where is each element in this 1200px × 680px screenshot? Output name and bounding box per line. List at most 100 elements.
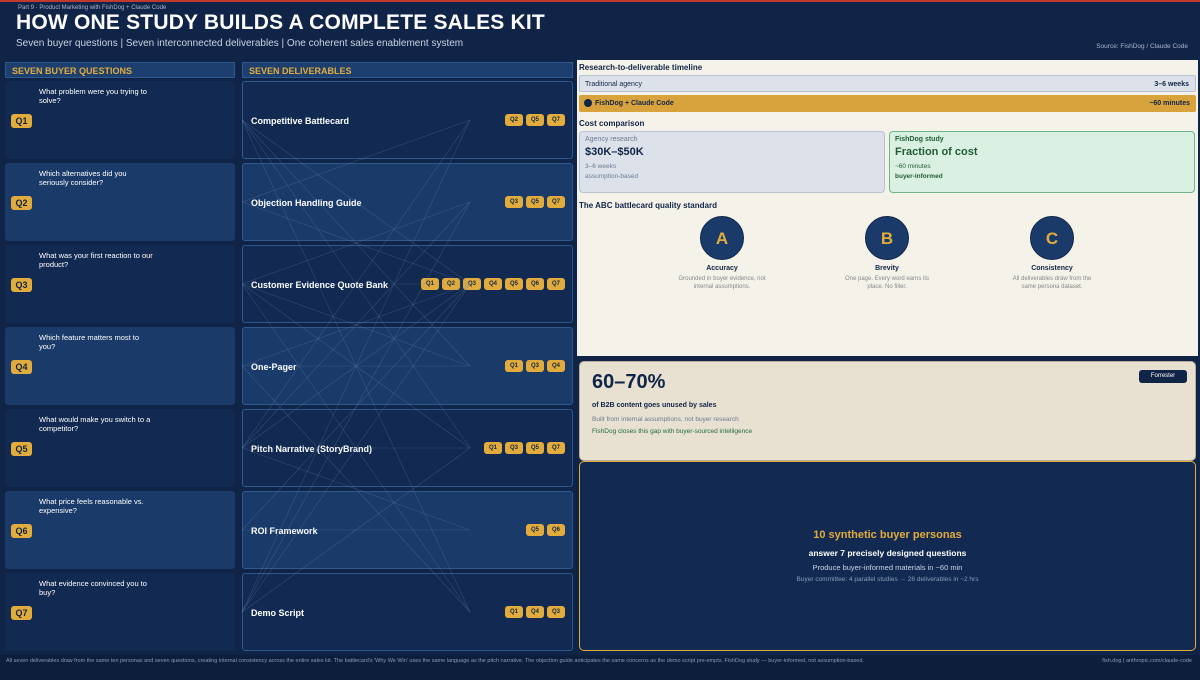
timeline-heading: Research-to-deliverable timeline (579, 63, 703, 72)
timeline-bar-traditional: Traditional agency 3–6 weeks (579, 75, 1196, 92)
question-chip-q3: Q3 (526, 360, 544, 372)
abc-title: Brevity (875, 265, 899, 272)
abc-title: Consistency (1031, 265, 1073, 272)
stat-highlight: FishDog closes this gap with buyer-sourc… (592, 428, 753, 435)
question-chip-q5: Q5 (526, 114, 544, 126)
summary-result: Produce buyer-informed materials in ~60 … (812, 563, 963, 572)
cost-basis: assumption-based (585, 173, 639, 180)
question-badge: Q2 (11, 196, 32, 210)
question-chip-q3: Q3 (505, 442, 523, 454)
source-badge: Forrester (1139, 370, 1187, 383)
deliverables-heading: SEVEN DELIVERABLES (242, 62, 573, 78)
cost-value: $30K–$50K (585, 146, 644, 158)
deliverable-name: Pitch Narrative (StoryBrand) (251, 444, 373, 454)
question-text: Which feature matters most to you? (39, 333, 140, 351)
deliverable-card-roi-framework: ROI Framework Q5 Q6 (242, 491, 573, 569)
footer-links: fish.dog | anthropic.com/claude-code (1102, 658, 1192, 664)
question-text: What would make you switch to a competit… (39, 415, 151, 433)
question-badge: Q3 (11, 278, 32, 292)
deliverable-card-objection-guide: Objection Handling Guide Q3 Q5 Q7 (242, 163, 573, 241)
abc-item-consistency: C Consistency All deliverables draw from… (1007, 216, 1097, 291)
cost-value: Fraction of cost (895, 146, 978, 158)
question-text: Which alternatives did you seriously con… (39, 169, 127, 187)
timeline-value: ~60 minutes (1149, 100, 1190, 107)
deliverable-name: One-Pager (251, 362, 297, 372)
cost-heading: Cost comparison (579, 119, 645, 128)
timeline-label: FishDog + Claude Code (595, 100, 674, 107)
stat-caption: of B2B content goes unused by sales (592, 402, 717, 409)
deliverable-name: Customer Evidence Quote Bank (251, 280, 389, 290)
summary-card: 10 synthetic buyer personas answer 7 pre… (579, 461, 1196, 651)
question-chip-q7: Q7 (547, 278, 565, 290)
timeline-bar-study: FishDog + Claude Code ~60 minutes (579, 95, 1196, 112)
question-chip-q1: Q1 (421, 278, 439, 290)
stat-note: Built from internal assumptions, not buy… (592, 416, 739, 423)
page-title: HOW ONE STUDY BUILDS A COMPLETE SALES KI… (16, 11, 545, 34)
question-chip-q5: Q5 (505, 278, 523, 290)
question-chip-q6: Q6 (526, 278, 544, 290)
question-chip-q3: Q3 (505, 196, 523, 208)
question-chip-q3: Q3 (463, 278, 481, 290)
deliverable-card-demo-script: Demo Script Q1 Q4 Q3 (242, 573, 573, 651)
cost-time: ~60 minutes (895, 163, 931, 170)
cost-label: Agency research (585, 136, 638, 143)
source-note: Source: FishDog / Claude Code (1096, 43, 1188, 50)
deliverable-card-battlecard: Competitive Battlecard Q2 Q5 Q7 (242, 81, 573, 159)
abc-desc: All deliverables draw from the same pers… (1012, 276, 1092, 290)
top-accent-line (0, 0, 1200, 2)
question-chips: Q5 Q6 (526, 524, 565, 536)
summary-subheadline: answer 7 precisely designed questions (808, 548, 967, 558)
abc-item-accuracy: A Accuracy Grounded in buyer evidence, n… (677, 216, 767, 291)
question-chip-q1: Q1 (505, 606, 523, 618)
question-chip-q2: Q2 (442, 278, 460, 290)
question-chips: Q2 Q5 Q7 (505, 114, 565, 126)
letter-a-badge: A (700, 216, 744, 260)
question-chip-q7: Q7 (547, 196, 565, 208)
timeline-label: Traditional agency (585, 81, 642, 88)
deliverable-name: ROI Framework (251, 526, 318, 536)
summary-scale-note: Buyer committee: 4 parallel studies → 28… (796, 576, 979, 583)
question-text: What problem were you trying to solve? (39, 87, 147, 105)
question-card-q7: Q7 What evidence convinced you to buy? (5, 573, 235, 651)
question-card-q2: Q2 Which alternatives did you seriously … (5, 163, 235, 241)
cost-card-study: FishDog study Fraction of cost ~60 minut… (889, 131, 1195, 193)
question-chip-q6: Q6 (547, 524, 565, 536)
question-chip-q4: Q4 (484, 278, 502, 290)
cost-card-agency: Agency research $30K–$50K 3–6 weeks assu… (579, 131, 885, 193)
question-chip-q1: Q1 (505, 360, 523, 372)
question-chip-q5: Q5 (526, 196, 544, 208)
question-text: What evidence convinced you to buy? (39, 579, 147, 597)
cost-time: 3–6 weeks (585, 163, 617, 170)
summary-headline: 10 synthetic buyer personas (813, 529, 962, 541)
question-chip-q3: Q3 (547, 606, 565, 618)
question-card-q6: Q6 What price feels reasonable vs. expen… (5, 491, 235, 569)
page-subtitle: Seven buyer questions | Seven interconne… (16, 38, 464, 49)
abc-desc: Grounded in buyer evidence, not internal… (678, 276, 766, 290)
deliverable-name: Demo Script (251, 608, 305, 618)
question-card-q5: Q5 What would make you switch to a compe… (5, 409, 235, 487)
question-badge: Q5 (11, 442, 32, 456)
abc-heading: The ABC battlecard quality standard (579, 201, 717, 210)
question-chips: Q3 Q5 Q7 (505, 196, 565, 208)
question-chip-q7: Q7 (547, 114, 565, 126)
question-chip-q2: Q2 (505, 114, 523, 126)
deliverable-card-quote-bank: Customer Evidence Quote Bank Q1 Q2 Q3 Q4 Q5 Q… (242, 245, 573, 323)
fishdog-dot-icon (584, 99, 592, 108)
question-chip-q4: Q4 (547, 360, 565, 372)
question-chips: Q1 Q4 Q3 (505, 606, 565, 618)
question-chip-q5: Q5 (526, 442, 544, 454)
cost-label: FishDog study (895, 136, 944, 143)
deliverable-name: Objection Handling Guide (251, 198, 362, 208)
deliverable-card-pitch-narrative: Pitch Narrative (StoryBrand) Q1 Q3 Q5 Q7 (242, 409, 573, 487)
abc-item-brevity: B Brevity One page. Every word earns its… (842, 216, 932, 291)
letter-c-badge: C (1030, 216, 1074, 260)
question-text: What was your first reaction to our prod… (39, 251, 153, 269)
question-badge: Q7 (11, 606, 32, 620)
question-chip-q5: Q5 (526, 524, 544, 536)
question-chips: Q1 Q3 Q4 (505, 360, 565, 372)
footer-bar: All seven deliverables draw from the sam… (0, 655, 1200, 680)
question-card-q3: Q3 What was your first reaction to our p… (5, 245, 235, 323)
footer-note: All seven deliverables draw from the sam… (6, 658, 864, 664)
stat-value: 60–70% (592, 371, 666, 393)
letter-b-badge: B (865, 216, 909, 260)
